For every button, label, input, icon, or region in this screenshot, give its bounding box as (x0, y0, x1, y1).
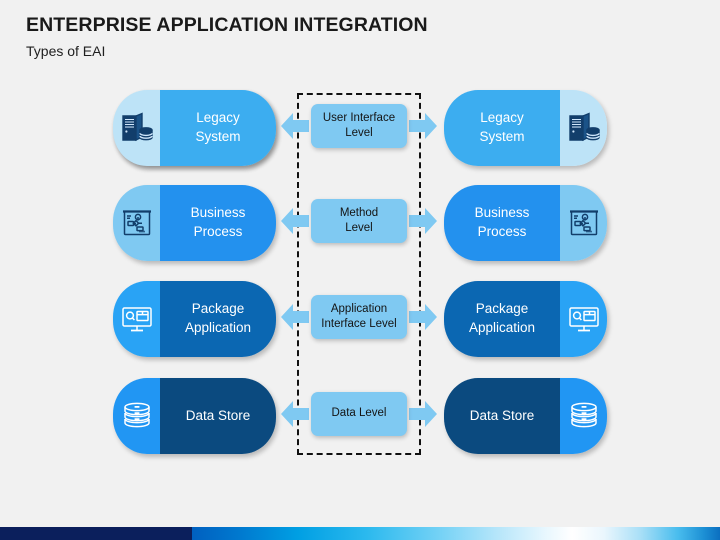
left-node-data-store[interactable]: Data Store (113, 378, 276, 454)
right-node-data-store[interactable]: Data Store (444, 378, 607, 454)
node-label: Legacy System (479, 110, 525, 144)
node-label: Business Process (190, 205, 246, 239)
icon-pane (113, 378, 160, 454)
bottom-decorative-band (0, 527, 720, 540)
flowchart-board-icon (121, 207, 153, 239)
left-node-legacy-system[interactable]: Legacy System (113, 90, 276, 166)
arrow-left-row-4 (281, 397, 309, 431)
arrow-left-row-3 (281, 300, 309, 334)
node-label: Package Application (184, 301, 252, 335)
eai-diagram: Legacy System User Interface Level Legac… (0, 0, 720, 500)
icon-pane (560, 90, 607, 166)
left-node-package-application[interactable]: Package Application (113, 281, 276, 357)
level-box-data-level[interactable]: Data Level (311, 392, 407, 436)
icon-pane (560, 281, 607, 357)
server-database-icon (120, 112, 154, 144)
node-label: Legacy System (195, 110, 241, 144)
monitor-package-icon (567, 303, 601, 335)
arrow-left-row-1 (281, 109, 309, 143)
node-body: Data Store (444, 378, 560, 454)
icon-pane (113, 185, 160, 261)
flowchart-board-icon (568, 207, 600, 239)
node-body: Package Application (444, 281, 560, 357)
node-label: Data Store (469, 407, 535, 423)
level-box-user-interface-level[interactable]: User Interface Level (311, 104, 407, 148)
level-box-application-interface-level[interactable]: Application Interface Level (311, 295, 407, 339)
right-node-business-process[interactable]: Business Process (444, 185, 607, 261)
band-navy-segment (0, 527, 192, 540)
node-body: Legacy System (160, 90, 276, 166)
node-label: Package Application (468, 301, 536, 335)
server-database-icon (567, 112, 601, 144)
node-label: Business Process (474, 205, 530, 239)
arrow-right-row-4 (409, 397, 437, 431)
arrow-right-row-1 (409, 109, 437, 143)
node-body: Business Process (444, 185, 560, 261)
right-node-legacy-system[interactable]: Legacy System (444, 90, 607, 166)
level-box-label: Data Level (331, 407, 387, 420)
node-body: Legacy System (444, 90, 560, 166)
icon-pane (113, 90, 160, 166)
level-box-label: User Interface Level (322, 111, 396, 139)
right-node-package-application[interactable]: Package Application (444, 281, 607, 357)
icon-pane (113, 281, 160, 357)
icon-pane (560, 378, 607, 454)
node-body: Data Store (160, 378, 276, 454)
band-gradient-segment (192, 527, 720, 540)
level-box-label: Application Interface Level (321, 302, 397, 330)
database-stack-icon (121, 400, 153, 432)
arrow-right-row-2 (409, 204, 437, 238)
arrow-left-row-2 (281, 204, 309, 238)
monitor-package-icon (120, 303, 154, 335)
node-body: Business Process (160, 185, 276, 261)
arrow-right-row-3 (409, 300, 437, 334)
level-box-label: Method Level (339, 206, 379, 234)
level-box-method-level[interactable]: Method Level (311, 199, 407, 243)
left-node-business-process[interactable]: Business Process (113, 185, 276, 261)
database-stack-icon (568, 400, 600, 432)
icon-pane (560, 185, 607, 261)
node-label: Data Store (185, 407, 251, 423)
node-body: Package Application (160, 281, 276, 357)
